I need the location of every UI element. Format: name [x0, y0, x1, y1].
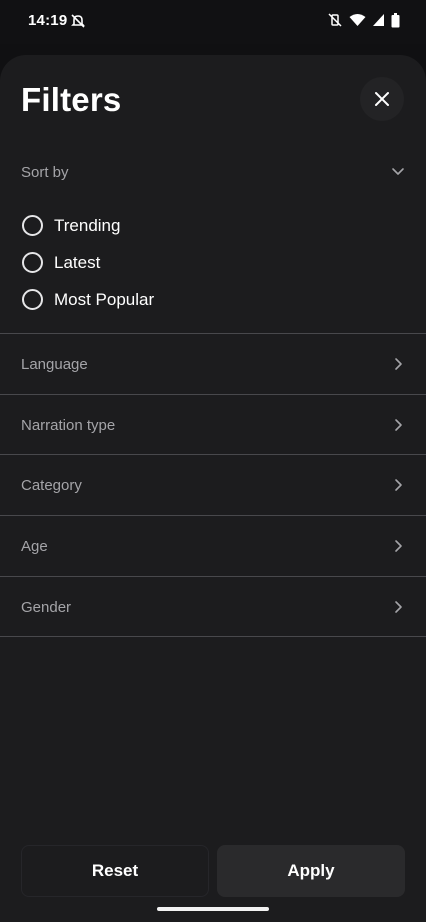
- radio-button[interactable]: [22, 215, 43, 236]
- vibrate-icon: [327, 12, 343, 33]
- reset-button[interactable]: Reset: [21, 845, 209, 897]
- battery-icon: [391, 12, 400, 33]
- close-button[interactable]: [360, 77, 404, 121]
- sort-by-label: Sort by: [21, 164, 69, 181]
- sort-option-label: Latest: [54, 252, 101, 272]
- sort-option-most-popular[interactable]: Most Popular: [22, 281, 154, 318]
- filter-row-age[interactable]: Age: [0, 515, 426, 576]
- sort-option-latest[interactable]: Latest: [22, 244, 154, 281]
- radio-button[interactable]: [22, 252, 43, 273]
- chevron-right-icon: [390, 477, 406, 498]
- home-indicator[interactable]: [157, 907, 269, 911]
- page-title: Filters: [21, 81, 122, 118]
- sort-option-label: Most Popular: [54, 289, 155, 309]
- filter-label: Gender: [21, 599, 72, 616]
- filter-row-gender[interactable]: Gender: [0, 576, 426, 637]
- chevron-right-icon: [390, 538, 406, 559]
- filter-label: Language: [21, 356, 88, 373]
- filter-label: Category: [21, 477, 82, 494]
- status-icons: [327, 12, 400, 33]
- filter-row-narration-type[interactable]: Narration type: [0, 394, 426, 455]
- chevron-right-icon: [390, 417, 406, 438]
- chevron-right-icon: [390, 599, 406, 620]
- sort-options: Trending Latest Most Popular: [22, 207, 154, 318]
- filter-label: Narration type: [21, 417, 116, 434]
- chevron-right-icon: [390, 356, 406, 377]
- divider: [0, 636, 426, 637]
- close-icon: [375, 92, 389, 106]
- notifications-off-icon: [70, 13, 86, 34]
- sort-option-label: Trending: [54, 215, 121, 235]
- signal-icon: [372, 13, 385, 32]
- status-time: 14:19: [28, 12, 68, 29]
- chevron-down-icon: [390, 164, 406, 185]
- filter-row-category[interactable]: Category: [0, 454, 426, 515]
- sort-option-trending[interactable]: Trending: [22, 207, 154, 244]
- wifi-icon: [349, 13, 366, 32]
- sort-by-header[interactable]: Sort by: [0, 150, 426, 194]
- filters-sheet: Filters Sort by Trending Latest Most Pop…: [0, 55, 426, 922]
- filter-label: Age: [21, 538, 48, 555]
- filter-row-language[interactable]: Language: [0, 333, 426, 394]
- status-bar: 14:19: [0, 0, 426, 44]
- radio-button[interactable]: [22, 289, 43, 310]
- apply-button[interactable]: Apply: [217, 845, 405, 897]
